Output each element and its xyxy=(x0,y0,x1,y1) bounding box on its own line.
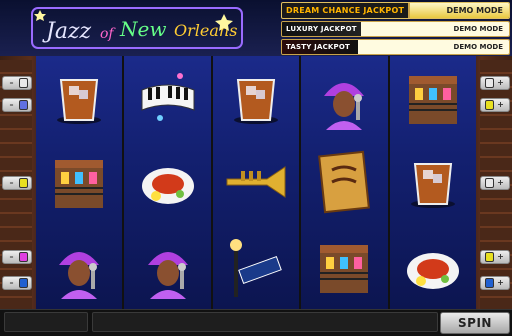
jackpot-name: TASTY JACKPOT xyxy=(282,40,358,54)
header-bar: Jazz of New Orleans DREAM CHANCE JACKPOT… xyxy=(0,0,512,56)
reel-1 xyxy=(36,56,123,309)
logo-word-jazz: Jazz xyxy=(42,19,92,44)
jackpot-name: LUXURY JACKPOT xyxy=(282,22,361,36)
whiskey-glass-icon xyxy=(390,140,476,224)
jazz-singer-icon xyxy=(124,225,210,309)
jackpot-value: DEMO MODE xyxy=(358,40,509,54)
reel-4 xyxy=(301,56,388,309)
whiskey-glass-icon xyxy=(213,56,299,140)
jazz-singer-icon xyxy=(301,56,387,140)
payline-plus-button[interactable]: + xyxy=(480,276,510,290)
jazz-singer-icon xyxy=(36,225,122,309)
street-sign-icon xyxy=(213,225,299,309)
piano-keys-icon xyxy=(124,56,210,140)
reel-grid xyxy=(36,56,477,309)
payline-plus-button[interactable]: + xyxy=(480,250,510,264)
star-icon-small xyxy=(34,10,46,21)
jackpot-value: DEMO MODE xyxy=(408,3,509,18)
payline-minus-button[interactable]: – xyxy=(2,176,32,190)
balance-field xyxy=(4,312,88,332)
logo-word-new: New xyxy=(119,17,166,41)
crawfish-plate-icon xyxy=(124,140,210,224)
payline-plus-button[interactable]: + xyxy=(480,98,510,112)
crawfish-plate-icon xyxy=(390,225,476,309)
jackpot-value: DEMO MODE xyxy=(360,22,509,36)
balcony-house-icon xyxy=(301,225,387,309)
payline-plus-button[interactable]: + xyxy=(480,176,510,190)
balcony-house-icon xyxy=(36,140,122,224)
spin-button[interactable]: SPIN xyxy=(440,312,510,334)
reel-3 xyxy=(212,56,300,309)
game-logo: Jazz of New Orleans xyxy=(31,7,243,49)
jackpot-dream-chance: DREAM CHANCE JACKPOT DEMO MODE xyxy=(281,2,510,19)
jackpot-tasty: TASTY JACKPOT DEMO MODE xyxy=(281,39,510,55)
reel-5 xyxy=(389,56,477,309)
jackpot-panel: DREAM CHANCE JACKPOT DEMO MODE LUXURY JA… xyxy=(281,2,510,57)
payline-minus-button[interactable]: – xyxy=(2,98,32,112)
jackpot-luxury: LUXURY JACKPOT DEMO MODE xyxy=(281,21,510,37)
payline-minus-button[interactable]: – xyxy=(2,76,32,90)
jazz-poster-icon xyxy=(301,140,387,224)
whiskey-glass-icon xyxy=(36,56,122,140)
trumpet-icon xyxy=(213,140,299,224)
reel-2 xyxy=(124,56,211,309)
balcony-house-icon xyxy=(390,56,476,140)
payline-minus-button[interactable]: – xyxy=(2,250,32,264)
payline-minus-button[interactable]: – xyxy=(2,276,32,290)
payline-plus-button[interactable]: + xyxy=(480,76,510,90)
message-field xyxy=(92,312,438,332)
logo-word-of: of xyxy=(100,26,116,42)
jackpot-name: DREAM CHANCE JACKPOT xyxy=(286,6,405,15)
